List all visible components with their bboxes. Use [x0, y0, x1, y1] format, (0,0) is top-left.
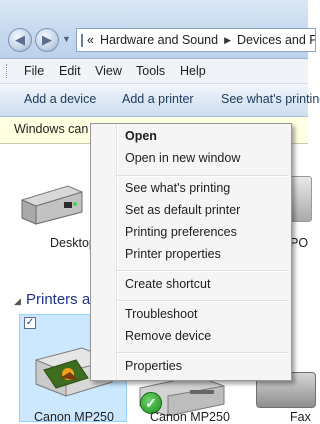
menu-view[interactable]: View: [95, 64, 122, 78]
context-create-shortcut[interactable]: Create shortcut: [125, 277, 210, 291]
context-set-default[interactable]: Set as default printer: [125, 203, 240, 217]
breadcrumb-separator-icon[interactable]: ▶: [224, 35, 231, 46]
address-overflow[interactable]: «: [87, 33, 94, 47]
recent-pages-button[interactable]: ▼: [62, 34, 71, 44]
see-whats-printing-button[interactable]: See what's printing: [221, 92, 320, 106]
context-separator: [117, 352, 289, 354]
context-see-whats-printing[interactable]: See what's printing: [125, 181, 230, 195]
forward-button[interactable]: ▶: [35, 28, 59, 52]
context-separator: [117, 175, 289, 177]
device-label-desktop[interactable]: Desktop: [50, 236, 96, 250]
selection-checkbox[interactable]: ✓: [24, 317, 36, 329]
context-remove-device[interactable]: Remove device: [125, 329, 211, 343]
context-printing-preferences[interactable]: Printing preferences: [125, 225, 237, 239]
add-printer-button[interactable]: Add a printer: [122, 92, 194, 106]
menu-tools[interactable]: Tools: [136, 64, 165, 78]
context-separator: [117, 300, 289, 302]
desktop-computer-icon[interactable]: [18, 178, 84, 226]
add-device-button[interactable]: Add a device: [24, 92, 96, 106]
menu-help[interactable]: Help: [180, 64, 206, 78]
context-open[interactable]: Open: [125, 129, 157, 143]
control-panel-icon: [81, 33, 83, 47]
context-printer-properties[interactable]: Printer properties: [125, 247, 221, 261]
breadcrumb-devices-and-printers[interactable]: Devices and Printers: [237, 33, 315, 47]
forward-arrow-icon: ▶: [42, 32, 52, 47]
back-arrow-icon: ◀: [15, 32, 25, 47]
context-open-new-window[interactable]: Open in new window: [125, 151, 240, 165]
menu-grip: [6, 64, 10, 78]
context-properties[interactable]: Properties: [125, 359, 182, 373]
menu-edit[interactable]: Edit: [59, 64, 81, 78]
collapse-triangle-icon[interactable]: ◢: [14, 296, 21, 307]
chevron-down-icon: ▼: [62, 34, 71, 44]
address-bar[interactable]: « Hardware and Sound ▶ Devices and Print…: [76, 28, 316, 52]
device-label-partial[interactable]: PO: [290, 236, 308, 250]
menu-file[interactable]: File: [24, 64, 44, 78]
device-icon-partial[interactable]: [290, 176, 312, 222]
context-menu-gutter: [116, 124, 118, 380]
breadcrumb-hardware-and-sound[interactable]: Hardware and Sound: [100, 33, 218, 47]
back-button[interactable]: ◀: [8, 28, 32, 52]
context-separator: [117, 270, 289, 272]
context-troubleshoot[interactable]: Troubleshoot: [125, 307, 198, 321]
